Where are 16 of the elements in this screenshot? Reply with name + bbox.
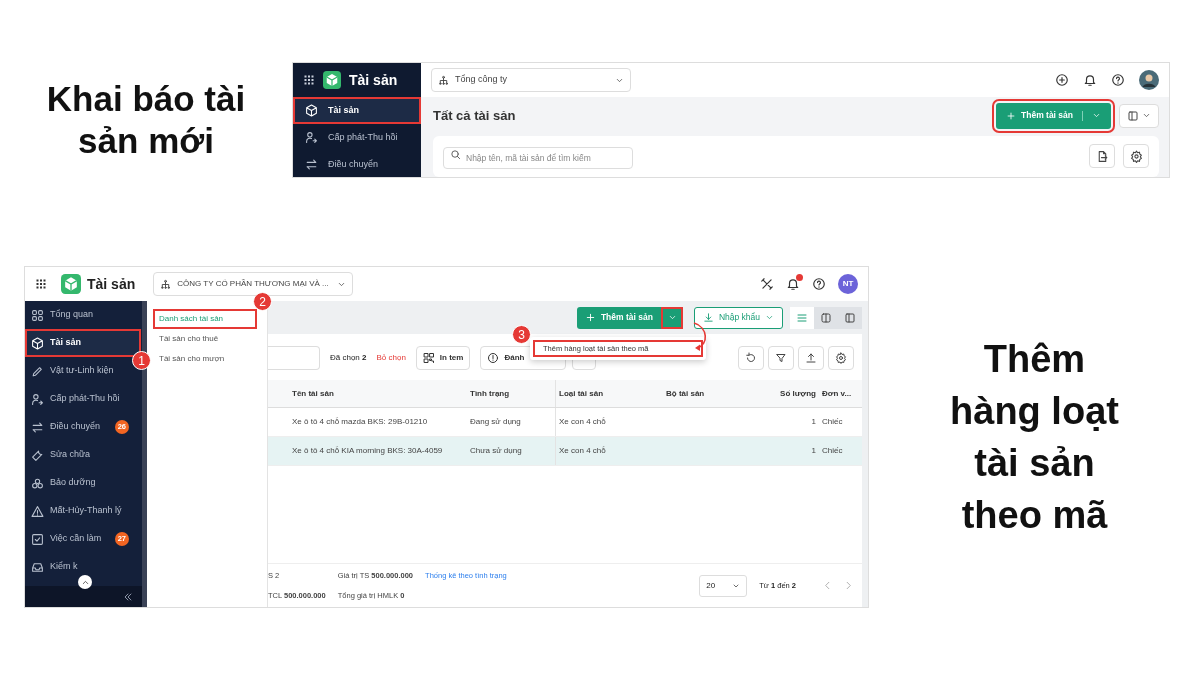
- table-cell: Xe ô tô 4 chỗ mazda BKS: 29B-01210: [292, 416, 428, 428]
- table-cell: Đang sử dụng: [470, 416, 521, 428]
- table-cell: Xe ô tô 4 chỗ KIA morning BKS: 30A-4059: [292, 445, 443, 457]
- table-cell: Xe con 4 chỗ: [559, 445, 606, 457]
- table-cell: 1: [811, 416, 816, 428]
- page-title: Tất cả tài sản: [433, 106, 516, 125]
- table-cell: 1: [811, 445, 816, 457]
- table-cell: Chiếc: [822, 416, 843, 428]
- app-name: Tài sản: [87, 274, 136, 294]
- app-name: Tài sản: [349, 70, 398, 90]
- selected-count: Đã chọn 2: [330, 352, 367, 364]
- table-cell: Xe con 4 chỗ: [559, 416, 606, 428]
- caption: Khai báo tài sản mới: [45, 78, 247, 162]
- caption: Thêm hàng loạt tài sản theo mã: [949, 336, 1120, 539]
- table-cell: Chưa sử dụng: [470, 445, 522, 457]
- table-cell: Chiếc: [822, 445, 843, 457]
